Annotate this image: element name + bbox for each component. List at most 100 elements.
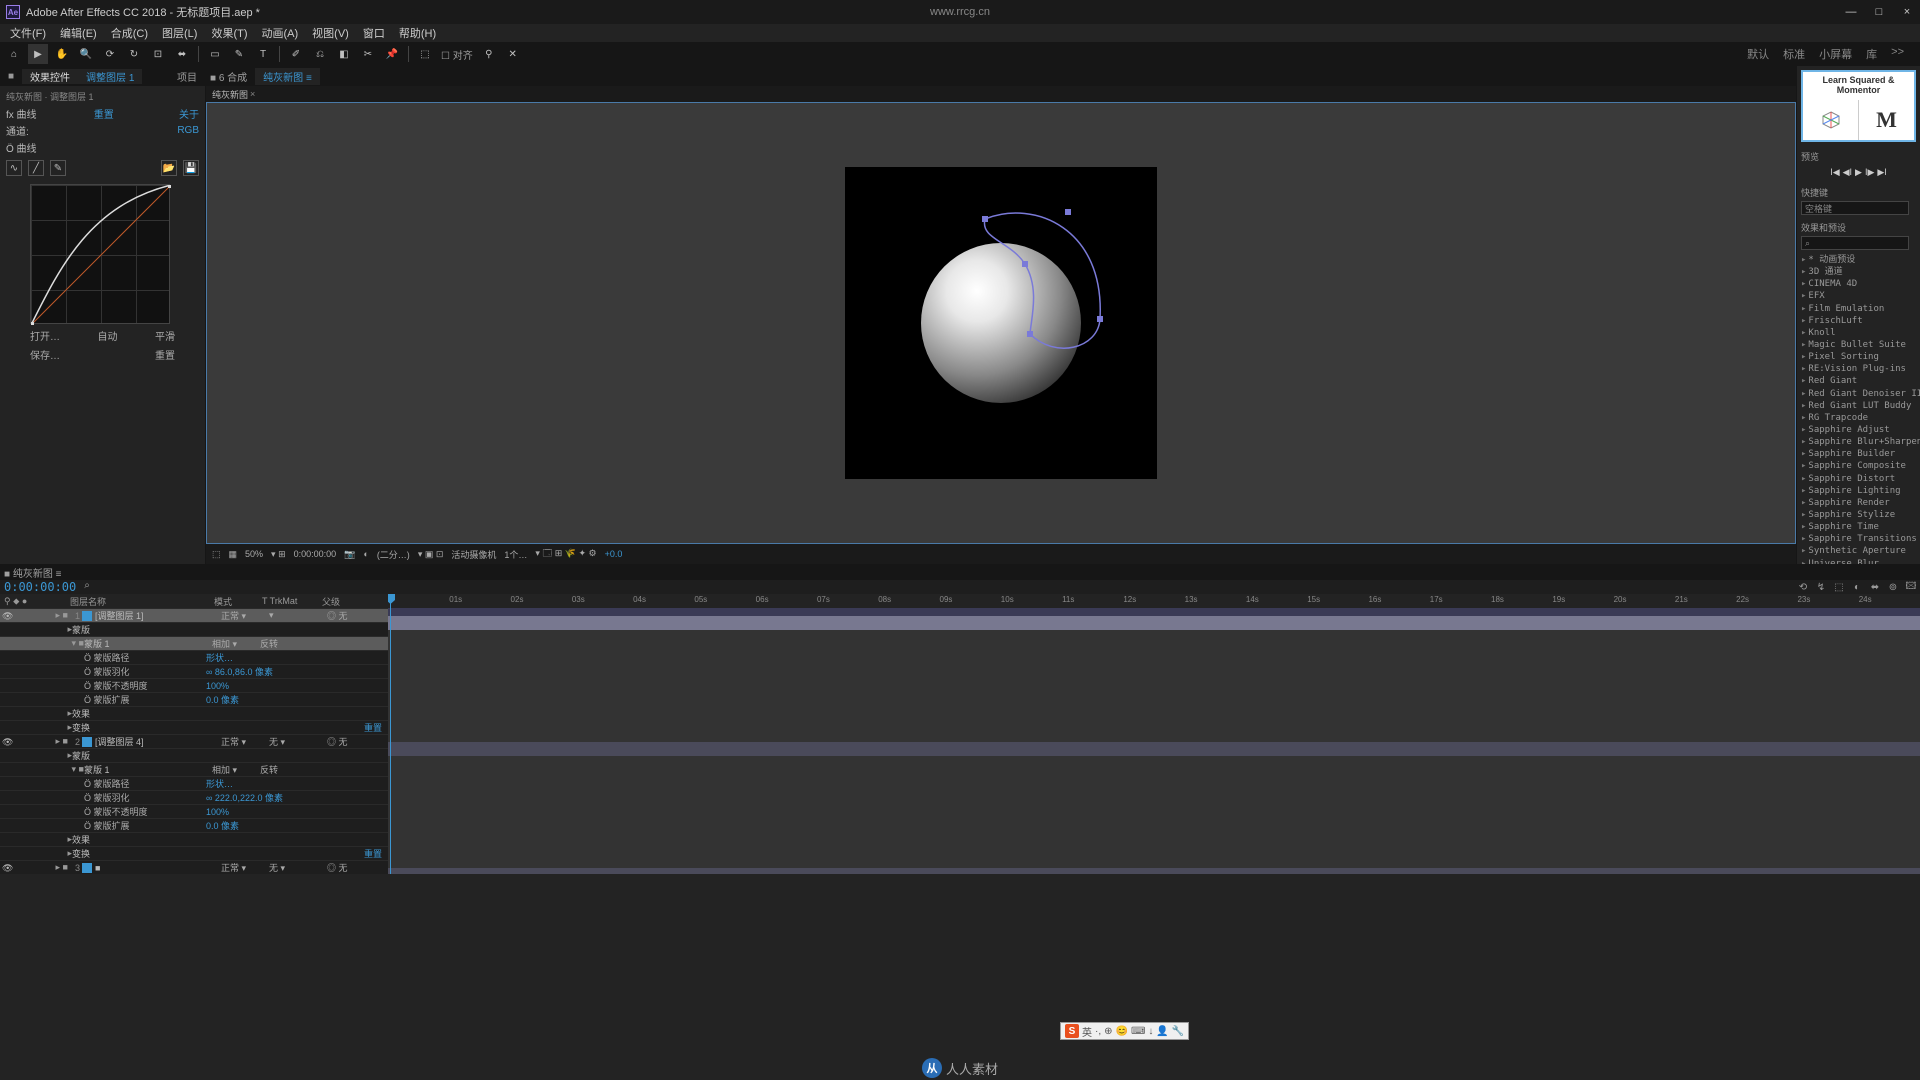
workspace-default[interactable]: 默认 [1747,46,1769,62]
workspace-more[interactable]: >> [1891,46,1904,62]
curve-tool-bezier-icon[interactable]: ∿ [6,160,22,176]
viewer-region-icon[interactable]: ▾ ▣ ⊡ [418,549,444,560]
timeline-track[interactable] [388,700,1920,714]
panel-tab-effectcontrols[interactable]: 效果控件 [22,69,78,84]
effects-list[interactable]: ▸* 动画预设▸3D 通道▸CINEMA 4D▸EFX▸Film Emulati… [1797,252,1920,564]
channel-dropdown[interactable]: RGB [177,125,199,136]
tl-icon-4[interactable]: ◐ [1850,580,1864,594]
playhead[interactable] [390,594,391,874]
timeline-timecode[interactable]: 0:00:00:00 [0,580,80,594]
eraser-tool-icon[interactable]: ◧ [334,44,354,64]
tl-icon-7[interactable]: 🖾 [1904,580,1918,594]
viewer-subtab[interactable]: 纯灰新图 [212,88,248,101]
timeline-row[interactable]: Ö 蒙版羽化∞ 86.0,86.0 像素 [0,664,388,678]
viewer-res-icon[interactable]: ▾ ⊞ [271,549,286,560]
effects-list-item[interactable]: ▸* 动画预设 [1801,254,1916,266]
effects-list-item[interactable]: ▸Sapphire Transitions [1801,533,1916,545]
effects-list-item[interactable]: ▸Sapphire Builder [1801,448,1916,460]
ime-i1[interactable]: ·, [1095,1026,1101,1037]
effects-list-item[interactable]: ▸Sapphire Composite [1801,460,1916,472]
curve-save-button[interactable]: 保存… [30,347,60,362]
ime-i4[interactable]: ⌨ [1131,1026,1145,1037]
timeline-track[interactable] [388,868,1920,874]
snap-checkbox[interactable]: ☐ 对齐 [439,47,475,62]
localaxis-icon[interactable]: ⬚ [415,44,435,64]
curve-tool-linear-icon[interactable]: ╱ [28,160,44,176]
goto-end-icon[interactable]: ▶I [1877,167,1886,178]
effect-curves-label[interactable]: fx 曲线 [6,106,37,121]
menu-help[interactable]: 帮助(H) [393,25,442,41]
timeline-row[interactable]: Ö 蒙版不透明度100% [0,678,388,692]
panel-tab-project[interactable]: 项目 [169,69,205,84]
minimize-button[interactable]: — [1844,6,1858,18]
effects-list-item[interactable]: ▸RG Trapcode [1801,412,1916,424]
shortcut-value[interactable]: 空格键 [1801,201,1909,215]
timeline-row[interactable]: ▸蒙版 [0,748,388,762]
timeline-row[interactable]: Ö 蒙版扩展0.0 像素 [0,692,388,706]
snap-opt-icon[interactable]: ⚲ [479,44,499,64]
timeline-row[interactable]: ▸变换重置 [0,846,388,860]
text-tool-icon[interactable]: T [253,44,273,64]
timeline-row[interactable]: Ö 蒙版羽化∞ 222.0,222.0 像素 [0,790,388,804]
timeline-tracks[interactable]: 01s02s03s04s05s06s07s08s09s10s11s12s13s1… [388,594,1920,874]
menu-effect[interactable]: 效果(T) [205,25,253,41]
effects-list-item[interactable]: ▸Pixel Sorting [1801,351,1916,363]
menu-animation[interactable]: 动画(A) [256,25,305,41]
orbit-tool-icon[interactable]: ⟳ [100,44,120,64]
viewer-exposure[interactable]: +0.0 [605,549,623,559]
viewer-tab-comp[interactable]: 纯灰新图 ≡ [255,68,320,85]
timeline-track[interactable] [388,798,1920,812]
next-frame-icon[interactable]: I▶ [1865,167,1874,178]
timeline-track[interactable] [388,644,1920,658]
curve-smooth-button[interactable]: 平滑 [155,328,175,343]
promo-box[interactable]: Learn Squared & Momentor M [1801,70,1916,142]
panel-tab-lock[interactable]: ■ [0,71,22,82]
workspace-standard[interactable]: 标准 [1783,46,1805,62]
prev-frame-icon[interactable]: ◀I [1843,167,1852,178]
menu-edit[interactable]: 编辑(E) [54,25,103,41]
snap-opt2-icon[interactable]: ✕ [503,44,523,64]
timeline-layer-list[interactable]: ⚲ ⬥ ● 图层名称 模式 T TrkMat 父级 👁▸ ■1[调整图层 1]正… [0,594,388,874]
timeline-row[interactable]: 👁▸ ■3■正常 ▾无 ▾◎ 无 [0,860,388,874]
timeline-row[interactable]: ▸效果 [0,832,388,846]
timeline-search-icon[interactable]: ⌕ [84,580,98,594]
curve-open-button[interactable]: 打开… [30,328,60,343]
curves-graph[interactable] [30,184,170,324]
viewer-tab-prefix[interactable]: ■ 6 合成 [210,69,247,84]
effects-list-item[interactable]: ▸CINEMA 4D [1801,278,1916,290]
viewer-alpha-icon[interactable]: ⬚ [212,549,221,560]
effects-list-item[interactable]: ▸Film Emulation [1801,303,1916,315]
timeline-track[interactable] [388,658,1920,672]
timeline-track[interactable] [388,672,1920,686]
ime-i5[interactable]: ↓ [1148,1026,1153,1037]
effects-list-item[interactable]: ▸Red Giant [1801,375,1916,387]
viewer-snapshot-icon[interactable]: 📷 [344,549,355,560]
timeline-track[interactable] [388,686,1920,700]
clone-tool-icon[interactable]: ⎌ [310,44,330,64]
maximize-button[interactable]: □ [1872,6,1886,18]
menu-composition[interactable]: 合成(C) [105,25,154,41]
viewer-canvas[interactable] [206,102,1796,544]
curve-auto-button[interactable]: 自动 [98,328,118,343]
effects-list-item[interactable]: ▸RE:Vision Plug-ins [1801,363,1916,375]
viewer-channel-icon[interactable]: ◐ [363,549,368,559]
timeline-row[interactable]: ▸效果 [0,706,388,720]
workspace-library[interactable]: 库 [1866,46,1877,62]
timeline-row[interactable]: Ö 蒙版路径形状… [0,776,388,790]
play-icon[interactable]: ▶ [1855,167,1862,178]
timeline-row[interactable]: Ö 蒙版扩展0.0 像素 [0,818,388,832]
goto-start-icon[interactable]: I◀ [1830,167,1839,178]
tl-icon-6[interactable]: ⊚ [1886,580,1900,594]
selection-tool-icon[interactable]: ▶ [28,44,48,64]
tl-icon-2[interactable]: ↯ [1814,580,1828,594]
viewer-camera[interactable]: 活动摄像机 [451,548,496,561]
timeline-track[interactable] [388,728,1920,742]
tl-icon-5[interactable]: ⬌ [1868,580,1882,594]
effects-list-item[interactable]: ▸Sapphire Stylize [1801,509,1916,521]
timeline-row[interactable]: 👁▸ ■2[调整图层 4]正常 ▾无 ▾◎ 无 [0,734,388,748]
viewer-zoom[interactable]: 50% [245,549,263,559]
timeline-track[interactable] [388,840,1920,854]
ime-i2[interactable]: ⊕ [1104,1026,1112,1037]
effects-list-item[interactable]: ▸Sapphire Time [1801,521,1916,533]
viewer-mask-icon[interactable]: ▦ [229,549,238,560]
